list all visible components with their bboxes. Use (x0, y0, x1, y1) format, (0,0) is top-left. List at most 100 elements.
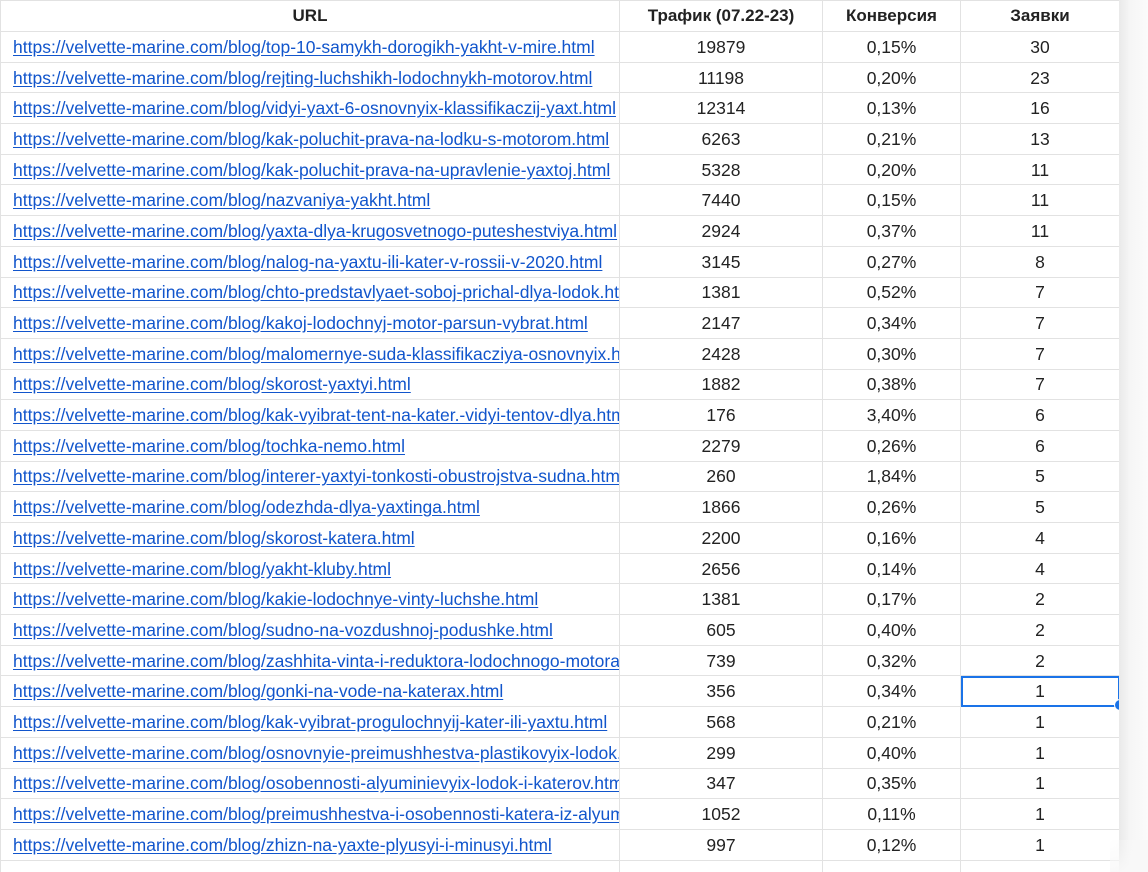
cell-conversion[interactable]: 0,17% (822, 583, 961, 616)
cell-requests[interactable]: 30 (960, 31, 1119, 63)
cell-traffic[interactable]: 5328 (619, 153, 823, 186)
cell-traffic[interactable]: 2147 (619, 307, 823, 339)
cell-requests[interactable]: 5 (960, 491, 1119, 523)
url-link[interactable]: https://velvette-marine.com/blog/osobenn… (13, 769, 619, 797)
cell-url[interactable]: https://velvette-marine.com/blog/yakht-k… (0, 552, 620, 585)
cell-traffic[interactable]: 1882 (619, 368, 823, 401)
cell-conversion[interactable]: 0,34% (822, 675, 961, 708)
cell-traffic[interactable]: 2279 (619, 429, 823, 462)
url-link[interactable]: https://velvette-marine.com/blog/skorost… (13, 524, 619, 552)
cell-traffic[interactable]: 1052 (619, 798, 823, 830)
cell-conversion[interactable]: 3,40% (822, 399, 961, 431)
cell-url[interactable]: https://velvette-marine.com/blog/yaxta-d… (0, 215, 620, 247)
url-link[interactable]: https://velvette-marine.com/blog/kak-pol… (13, 156, 619, 184)
cell-url[interactable]: https://velvette-marine.com/blog/gonki-n… (0, 675, 620, 708)
cell-requests[interactable]: 1 (960, 828, 1119, 861)
cell-url[interactable]: https://velvette-marine.com/blog/nazvani… (0, 184, 620, 217)
cell-traffic[interactable]: 1381 (619, 583, 823, 616)
url-link[interactable]: https://velvette-marine.com/blog/tochka-… (13, 432, 619, 460)
cell-url[interactable]: https://velvette-marine.com/blog/osobenn… (0, 767, 620, 800)
url-link[interactable]: https://velvette-marine.com/blog/kak-pol… (13, 125, 619, 153)
cell-conversion[interactable]: 0,40% (822, 614, 961, 646)
url-link[interactable]: https://velvette-marine.com/blog/interer… (13, 462, 619, 490)
url-link[interactable]: https://velvette-marine.com/blog/odezhda… (13, 493, 619, 521)
cell-conversion[interactable]: 0,52% (822, 276, 961, 309)
cell-traffic[interactable]: 2428 (619, 337, 823, 370)
cell-requests[interactable]: 7 (960, 276, 1119, 309)
url-link[interactable]: https://velvette-marine.com/blog/yakht-k… (13, 555, 619, 583)
cell-url[interactable]: https://velvette-marine.com/blog/tochka-… (0, 429, 620, 462)
cell-requests[interactable]: 13 (960, 123, 1119, 155)
cell-conversion[interactable]: 0,21% (822, 123, 961, 155)
cell-conversion[interactable]: 0,14% (822, 552, 961, 585)
cell-traffic[interactable]: 12314 (619, 92, 823, 125)
cell-conversion[interactable]: 0,32% (822, 644, 961, 677)
url-link[interactable]: https://velvette-marine.com/blog/vidyi-y… (13, 94, 619, 122)
url-link[interactable]: https://velvette-marine.com/blog/chto-pr… (13, 278, 619, 306)
cell-requests[interactable]: 11 (960, 153, 1119, 186)
url-link[interactable]: https://velvette-marine.com/blog/skorost… (13, 370, 619, 398)
cell-traffic[interactable]: 11198 (619, 61, 823, 94)
cell-requests[interactable]: 8 (960, 245, 1119, 278)
cell-requests[interactable]: 2 (960, 644, 1119, 677)
url-link[interactable]: https://velvette-marine.com/blog/zashhit… (13, 647, 619, 675)
cell-requests[interactable]: 4 (960, 552, 1119, 585)
url-link[interactable]: https://velvette-marine.com/blog/kak-vyi… (13, 708, 619, 736)
cell-url[interactable]: https://velvette-marine.com/blog/chto-pr… (0, 276, 620, 309)
cell-url[interactable]: https://velvette-marine.com/blog/top-10-… (0, 31, 620, 63)
url-link[interactable]: https://velvette-marine.com/blog/malomer… (13, 340, 619, 368)
url-link[interactable]: https://velvette-marine.com/blog/osnovny… (13, 739, 619, 767)
cell-traffic[interactable]: 356 (619, 675, 823, 708)
url-link[interactable]: https://velvette-marine.com/blog/gonki-n… (13, 677, 619, 705)
cell-conversion[interactable]: 0,38% (822, 368, 961, 401)
empty-cell[interactable] (0, 859, 620, 872)
url-link[interactable]: https://velvette-marine.com/blog/preimus… (13, 800, 619, 828)
cell-traffic[interactable]: 605 (619, 614, 823, 646)
cell-conversion[interactable]: 0,34% (822, 307, 961, 339)
cell-conversion[interactable]: 0,26% (822, 491, 961, 523)
url-link[interactable]: https://velvette-marine.com/blog/nalog-n… (13, 248, 619, 276)
cell-conversion[interactable]: 0,13% (822, 92, 961, 125)
empty-cell[interactable] (960, 859, 1119, 872)
url-link[interactable]: https://velvette-marine.com/blog/kakoj-l… (13, 309, 619, 337)
cell-conversion[interactable]: 0,16% (822, 522, 961, 554)
cell-conversion[interactable]: 0,20% (822, 153, 961, 186)
cell-url[interactable]: https://velvette-marine.com/blog/interer… (0, 460, 620, 493)
cell-conversion[interactable]: 0,20% (822, 61, 961, 94)
cell-traffic[interactable]: 260 (619, 460, 823, 493)
cell-conversion[interactable]: 0,15% (822, 31, 961, 63)
cell-requests[interactable]: 2 (960, 614, 1119, 646)
cell-url[interactable]: https://velvette-marine.com/blog/zhizn-n… (0, 828, 620, 861)
cell-url[interactable]: https://velvette-marine.com/blog/kak-pol… (0, 153, 620, 186)
cell-requests[interactable]: 1 (960, 736, 1119, 769)
url-link[interactable]: https://velvette-marine.com/blog/rejting… (13, 64, 619, 92)
cell-traffic[interactable]: 997 (619, 828, 823, 861)
cell-requests[interactable]: 1 (960, 706, 1119, 738)
cell-conversion[interactable]: 0,11% (822, 798, 961, 830)
cell-traffic[interactable]: 568 (619, 706, 823, 738)
cell-traffic[interactable]: 1866 (619, 491, 823, 523)
header-conversion[interactable]: Конверсия (822, 0, 961, 32)
cell-url[interactable]: https://velvette-marine.com/blog/kakoj-l… (0, 307, 620, 339)
cell-requests[interactable]: 11 (960, 215, 1119, 247)
cell-requests[interactable]: 4 (960, 522, 1119, 554)
cell-requests[interactable]: 6 (960, 429, 1119, 462)
header-url[interactable]: URL (0, 0, 620, 32)
cell-traffic[interactable]: 7440 (619, 184, 823, 217)
url-link[interactable]: https://velvette-marine.com/blog/yaxta-d… (13, 217, 619, 245)
cell-requests[interactable]: 11 (960, 184, 1119, 217)
cell-requests[interactable]: 1 (960, 767, 1119, 800)
url-link[interactable]: https://velvette-marine.com/blog/kak-vyi… (13, 401, 619, 429)
cell-conversion[interactable]: 0,35% (822, 767, 961, 800)
cell-conversion[interactable]: 0,37% (822, 215, 961, 247)
cell-traffic[interactable]: 2656 (619, 552, 823, 585)
cell-url[interactable]: https://velvette-marine.com/blog/skorost… (0, 522, 620, 554)
url-link[interactable]: https://velvette-marine.com/blog/nazvani… (13, 186, 619, 214)
cell-conversion[interactable]: 0,21% (822, 706, 961, 738)
cell-url[interactable]: https://velvette-marine.com/blog/kakie-l… (0, 583, 620, 616)
cell-traffic[interactable]: 739 (619, 644, 823, 677)
cell-traffic[interactable]: 1381 (619, 276, 823, 309)
cell-conversion[interactable]: 0,27% (822, 245, 961, 278)
cell-conversion[interactable]: 0,26% (822, 429, 961, 462)
cell-requests[interactable]: 6 (960, 399, 1119, 431)
